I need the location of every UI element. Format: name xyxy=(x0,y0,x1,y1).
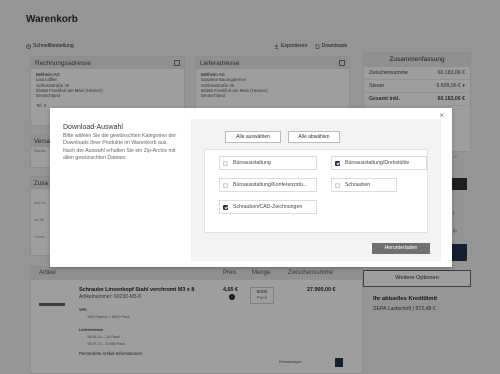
checkbox[interactable] xyxy=(223,204,228,210)
select-all-button[interactable]: Alle auswählen xyxy=(225,131,281,143)
checkbox[interactable] xyxy=(223,182,228,188)
checkbox[interactable] xyxy=(335,182,340,188)
option-bueroausstattung[interactable]: Büroausstattung xyxy=(219,156,317,170)
option-bueroausstattung-konferenzstuehle[interactable]: Büroausstattung/Konferenzstü... xyxy=(219,178,317,192)
download-button[interactable]: Herunterladen xyxy=(372,243,430,254)
download-options-panel: Alle auswählen Alle abwählen Büroausstat… xyxy=(191,119,441,261)
option-label: Schrauben/CAD-Zeichnungen xyxy=(233,204,303,210)
category-options: Büroausstattung Büroausstattung/Drehstüh… xyxy=(204,149,428,233)
option-bueroausstattung-drehstuehle[interactable]: Büroausstattung/Drehstühle xyxy=(331,156,427,170)
option-label: Schrauben xyxy=(345,182,371,188)
modal-title: Download-Auswahl xyxy=(63,124,123,131)
deselect-all-button[interactable]: Alle abwählen xyxy=(288,131,340,143)
checkbox[interactable] xyxy=(223,160,228,166)
option-label: Büroausstattung/Konferenzstü... xyxy=(233,182,308,188)
option-label: Büroausstattung xyxy=(233,160,271,166)
option-label: Büroausstattung/Drehstühle xyxy=(345,160,410,166)
option-schrauben[interactable]: Schrauben xyxy=(331,178,397,192)
modal-description: Bitte wählen Sie die gewünschten Kategor… xyxy=(63,133,177,162)
option-schrauben-cad[interactable]: Schrauben/CAD-Zeichnungen xyxy=(219,200,317,214)
download-selection-modal: × Download-Auswahl Bitte wählen Sie die … xyxy=(50,108,452,267)
checkbox[interactable] xyxy=(335,160,340,166)
